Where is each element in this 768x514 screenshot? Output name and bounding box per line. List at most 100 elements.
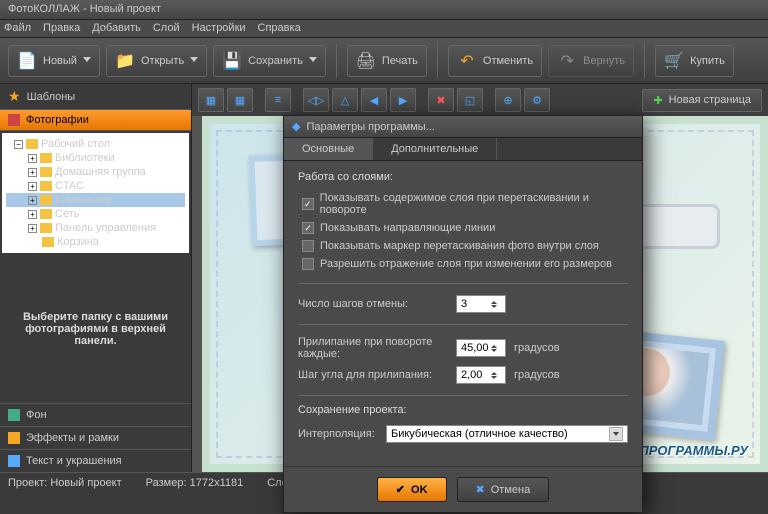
ok-button[interactable]: ✔OK — [377, 477, 447, 502]
menu-help[interactable]: Справка — [258, 22, 301, 35]
settings-dialog: ◆Параметры программы... Основные Дополни… — [283, 115, 643, 513]
menu-bar: Файл Правка Добавить Слой Настройки Спра… — [0, 20, 768, 38]
undo-button[interactable]: ↶Отменить — [448, 45, 542, 77]
sidebar: ★Шаблоны Фотографии −Рабочий стол +Библи… — [0, 84, 192, 472]
print-button[interactable]: 🖨Печать — [347, 45, 427, 77]
zoom-button[interactable]: ⊕ — [495, 88, 521, 112]
expand-icon[interactable]: + — [28, 224, 37, 233]
settings-button[interactable]: ⚙ — [524, 88, 550, 112]
main-toolbar: 📄Новый 📁Открыть 💾Сохранить 🖨Печать ↶Отме… — [0, 38, 768, 84]
snap-rotate-spinner[interactable]: 45,00 — [456, 339, 506, 357]
interpolation-combo[interactable]: Бикубическая (отличное качество) — [386, 425, 628, 443]
cancel-button[interactable]: ✖Отмена — [457, 477, 550, 502]
spinner-arrows-icon[interactable] — [491, 341, 501, 355]
crop-icon: ◱ — [465, 94, 475, 107]
rotate-right-button[interactable]: ▶ — [390, 88, 416, 112]
snap-rotate-label: Прилипание при повороте каждые: — [298, 336, 448, 360]
folder-tree[interactable]: −Рабочий стол +Библиотеки +Домашняя груп… — [2, 133, 189, 253]
tab-main[interactable]: Основные — [284, 138, 373, 160]
text-icon — [8, 455, 20, 467]
menu-settings[interactable]: Настройки — [192, 22, 246, 35]
open-button[interactable]: 📁Открыть — [106, 45, 207, 77]
tree-root[interactable]: −Рабочий стол — [6, 137, 185, 151]
new-button[interactable]: 📄Новый — [8, 45, 100, 77]
zoom-icon: ⊕ — [503, 94, 512, 107]
sidebar-tab-photos[interactable]: Фотографии — [0, 110, 191, 131]
bring-front-button[interactable]: ▦ — [227, 88, 253, 112]
checkbox-allow-reflect[interactable] — [302, 258, 314, 270]
tree-node[interactable]: +Панель управления — [6, 221, 185, 235]
crop-button[interactable]: ◱ — [457, 88, 483, 112]
placeholder-text: Выберите папку с вашими фотографиями в в… — [0, 255, 191, 403]
align-button[interactable]: ≡ — [265, 88, 291, 112]
redo-icon: ↷ — [557, 51, 577, 71]
window-title: ФотоКОЛЛАЖ - Новый проект — [8, 3, 161, 15]
trash-icon — [42, 237, 54, 247]
chevron-down-icon — [309, 57, 317, 65]
tree-node[interactable]: +CTAC — [6, 179, 185, 193]
label-frame[interactable] — [630, 204, 720, 249]
cart-icon: 🛒 — [664, 51, 684, 71]
menu-file[interactable]: Файл — [4, 22, 31, 35]
sidebar-tab-templates[interactable]: ★Шаблоны — [0, 84, 191, 110]
file-icon: 📄 — [17, 51, 37, 71]
expand-icon[interactable]: + — [28, 182, 37, 191]
flip-v-icon: △ — [341, 94, 349, 107]
undo-steps-label: Число шагов отмены: — [298, 298, 448, 310]
checkbox-show-guides[interactable]: ✓ — [302, 222, 314, 234]
check-icon: ✔ — [396, 483, 405, 496]
undo-steps-spinner[interactable]: 3 — [456, 295, 506, 313]
menu-add[interactable]: Добавить — [92, 22, 141, 35]
flip-h-button[interactable]: ◁▷ — [303, 88, 329, 112]
section-save-title: Сохранение проекта: — [298, 404, 628, 416]
menu-layer[interactable]: Слой — [153, 22, 180, 35]
dialog-tabs: Основные Дополнительные — [284, 138, 642, 161]
print-icon: 🖨 — [356, 51, 376, 71]
delete-button[interactable]: ✖ — [428, 88, 454, 112]
spinner-arrows-icon[interactable] — [491, 297, 501, 311]
chevron-down-icon — [83, 57, 91, 65]
flip-v-button[interactable]: △ — [332, 88, 358, 112]
align-icon: ≡ — [275, 94, 281, 106]
expand-icon[interactable]: + — [28, 196, 37, 205]
chevron-down-icon[interactable] — [609, 427, 623, 441]
save-button[interactable]: 💾Сохранить — [213, 45, 326, 77]
checkbox-show-marker[interactable] — [302, 240, 314, 252]
tree-node-selected[interactable]: +Компьютер — [6, 193, 185, 207]
save-icon: 💾 — [222, 51, 242, 71]
undo-icon: ↶ — [457, 51, 477, 71]
dialog-titlebar[interactable]: ◆Параметры программы... — [284, 116, 642, 138]
folder-icon — [40, 153, 52, 163]
folder-icon: 📁 — [115, 51, 135, 71]
sidebar-tab-effects[interactable]: Эффекты и рамки — [0, 426, 191, 449]
tree-node[interactable]: +Сеть — [6, 207, 185, 221]
rotate-left-button[interactable]: ◀ — [361, 88, 387, 112]
tree-node[interactable]: Корзина — [6, 235, 185, 249]
expand-icon[interactable]: + — [28, 210, 37, 219]
tab-additional[interactable]: Дополнительные — [373, 138, 497, 160]
tree-node[interactable]: +Домашняя группа — [6, 165, 185, 179]
canvas-toolbar: ▦ ▦ ≡ ◁▷ △ ◀ ▶ ✖ ◱ ⊕ ⚙ ✚Новая страница — [192, 84, 768, 116]
expand-icon[interactable]: + — [28, 154, 37, 163]
tree-node[interactable]: +Библиотеки — [6, 151, 185, 165]
folder-icon — [40, 209, 52, 219]
folder-icon — [40, 167, 52, 177]
snap-angle-spinner[interactable]: 2,00 — [456, 366, 506, 384]
checkbox-show-content[interactable]: ✓ — [302, 198, 314, 210]
flip-h-icon: ◁▷ — [308, 94, 325, 107]
menu-edit[interactable]: Правка — [43, 22, 80, 35]
layer-back-icon: ▦ — [206, 94, 216, 107]
window-titlebar: ФотоКОЛЛАЖ - Новый проект — [0, 0, 768, 20]
sidebar-tab-text[interactable]: Текст и украшения — [0, 449, 191, 472]
new-page-button[interactable]: ✚Новая страница — [642, 89, 762, 112]
sidebar-tab-background[interactable]: Фон — [0, 403, 191, 426]
collapse-icon[interactable]: − — [14, 140, 23, 149]
star-icon: ★ — [8, 88, 21, 105]
buy-button[interactable]: 🛒Купить — [655, 45, 734, 77]
send-back-button[interactable]: ▦ — [198, 88, 224, 112]
spinner-arrows-icon[interactable] — [491, 368, 501, 382]
status-size: 1772x1181 — [190, 477, 244, 489]
separator — [336, 44, 337, 78]
expand-icon[interactable]: + — [28, 168, 37, 177]
redo-button[interactable]: ↷Вернуть — [548, 45, 634, 77]
